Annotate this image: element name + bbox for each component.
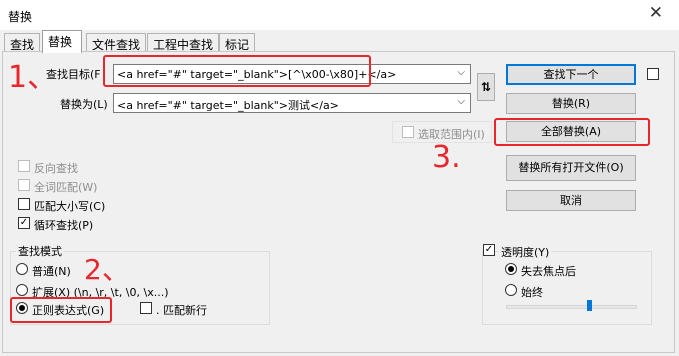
annotation-two: 2、 [84, 253, 130, 286]
whole-word-checkbox[interactable] [18, 179, 30, 191]
replace-input[interactable]: <a href="#" target="_blank">测试</a> ⌵ [113, 93, 471, 113]
find-next-button[interactable]: 查找下一个 [506, 64, 636, 85]
transparency-slider[interactable] [506, 305, 637, 309]
whole-word-label: 全词匹配(W) [34, 181, 98, 194]
swap-icon[interactable]: ⇅ [477, 73, 495, 101]
dot-newline-checkbox[interactable] [140, 302, 152, 314]
annotation-box-replace-all [494, 118, 650, 146]
annotation-one: 1、 [8, 60, 58, 95]
tab-replace[interactable]: 替换 [42, 30, 82, 53]
wrap-checkbox[interactable]: ✓ [18, 217, 30, 229]
always-label: 始终 [521, 286, 543, 299]
annotation-box-find [103, 55, 371, 87]
tab-find[interactable]: 查找 [4, 33, 40, 52]
normal-label: 普通(N) [32, 265, 71, 278]
tab-mark[interactable]: 标记 [219, 33, 255, 52]
normal-radio[interactable] [16, 263, 28, 275]
tab-find-in-files[interactable]: 文件查找 [86, 33, 146, 52]
chevron-down-icon[interactable]: ⌵ [457, 67, 465, 78]
extended-radio[interactable] [16, 284, 28, 296]
title-bar: 替换 ✕ [0, 0, 679, 30]
dot-newline-label: . 匹配新行 [156, 304, 207, 317]
replace-label: 替换为(L) [60, 98, 108, 111]
close-icon[interactable]: ✕ [649, 3, 663, 23]
backward-checkbox[interactable] [18, 160, 30, 172]
on-lose-focus-label: 失去焦点后 [521, 265, 576, 278]
on-lose-focus-radio[interactable] [505, 263, 517, 275]
replace-value: <a href="#" target="_blank">测试</a> [117, 99, 339, 112]
chevron-down-icon[interactable]: ⌵ [457, 96, 465, 107]
cancel-button[interactable]: 取消 [506, 190, 636, 211]
transparency-label: 透明度(Y) [499, 244, 552, 260]
replace-button[interactable]: 替换(R) [506, 93, 636, 114]
always-radio[interactable] [505, 284, 517, 296]
wrap-label: 循环查找(P) [34, 219, 94, 232]
match-case-checkbox[interactable] [18, 198, 30, 210]
window-title: 替换 [8, 10, 33, 24]
match-case-label: 匹配大小写(C) [34, 200, 106, 213]
annotation-box-regex [10, 297, 112, 323]
tab-strip: 查找 替换 文件查找 工程中查找 标记 [0, 30, 679, 53]
in-selection-checkbox[interactable] [402, 126, 414, 138]
search-mode-title: 查找模式 [16, 243, 64, 259]
backward-label: 反向查找 [34, 162, 78, 175]
find-next-toggle-checkbox[interactable] [647, 68, 659, 80]
replace-all-open-files-button[interactable]: 替换所有打开文件(O) [506, 155, 636, 181]
transparency-checkbox[interactable]: ✓ [483, 244, 495, 256]
tab-find-in-project[interactable]: 工程中查找 [147, 33, 219, 52]
annotation-three: 3. [432, 140, 461, 175]
transparency-slider-thumb[interactable] [587, 300, 592, 311]
